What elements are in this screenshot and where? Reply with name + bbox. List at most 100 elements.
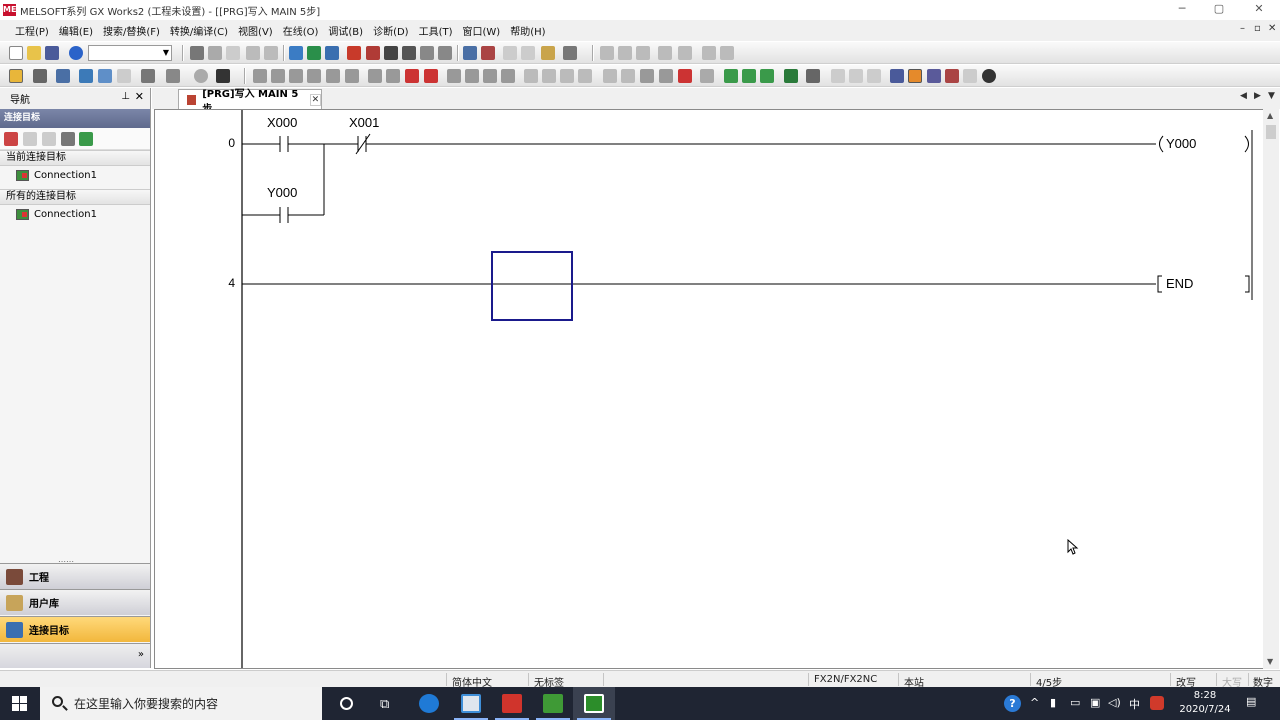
volume-icon[interactable]: ◁) <box>1108 696 1121 709</box>
mdi-minimize-icon[interactable]: – <box>1240 23 1245 34</box>
scroll-up-icon[interactable]: ▲ <box>1267 111 1273 120</box>
device-display-icon[interactable] <box>141 69 155 83</box>
coil-y000-label[interactable]: Y000 <box>1166 136 1196 151</box>
compile-all-icon[interactable] <box>307 46 321 60</box>
taskbar-search-box[interactable]: 在这里输入你要搜索的内容 <box>40 687 322 720</box>
all-connection-item[interactable]: Connection1 <box>0 205 150 223</box>
menu-view[interactable]: 视图(V) <box>233 23 278 38</box>
network-icon[interactable]: ▣ <box>1090 696 1100 709</box>
cut-icon[interactable] <box>190 46 204 60</box>
vertical-scrollbar[interactable]: ▲ ▼ <box>1263 109 1279 669</box>
operation-result-rising-icon[interactable] <box>603 69 617 83</box>
scroll-thumb[interactable] <box>1266 125 1276 139</box>
help-tray-icon[interactable]: ? <box>1004 695 1021 712</box>
window-layout-icon[interactable] <box>563 46 577 60</box>
project-selector[interactable]: ▼ <box>88 45 172 61</box>
parallel-rising-negated-icon[interactable] <box>560 69 574 83</box>
refresh-icon[interactable] <box>79 132 93 146</box>
device-batch-icon[interactable] <box>481 46 495 60</box>
nav-button-connection[interactable]: 连接目标 <box>0 616 150 642</box>
tab-list-icon[interactable]: ▼ <box>1268 91 1275 101</box>
new-connection-icon[interactable] <box>4 132 18 146</box>
statement-note-batch-icon[interactable] <box>849 69 863 83</box>
rising-pulse-icon[interactable] <box>447 69 461 83</box>
tab-prg-main[interactable]: [PRG]写入 MAIN 5步 ✕ <box>178 89 322 115</box>
menu-convert-compile[interactable]: 转换/编译(C) <box>165 23 233 38</box>
convert-icon[interactable] <box>325 46 339 60</box>
parallel-rising-icon[interactable] <box>483 69 497 83</box>
zoom-icon[interactable] <box>166 69 180 83</box>
insert-column-icon[interactable] <box>702 46 716 60</box>
menu-window[interactable]: 窗口(W) <box>458 23 506 38</box>
delete-line-icon[interactable] <box>678 69 692 83</box>
align-left-icon[interactable] <box>600 46 614 60</box>
sim-start-icon[interactable] <box>503 46 517 60</box>
delete-column-icon[interactable] <box>720 46 734 60</box>
write-plc-icon[interactable] <box>347 46 361 60</box>
pin-icon[interactable]: ⊥ <box>121 91 130 102</box>
scroll-down-icon[interactable]: ▼ <box>1267 657 1273 666</box>
watch-icon[interactable] <box>945 69 959 83</box>
falling-negated-icon[interactable] <box>542 69 556 83</box>
instruction-icon[interactable] <box>345 69 359 83</box>
coil-icon[interactable] <box>326 69 340 83</box>
current-connection-item[interactable]: Connection1 <box>0 166 150 184</box>
close-icon[interactable]: ✕ <box>135 90 144 103</box>
menu-find-replace[interactable]: 搜索/替换(F) <box>98 23 165 38</box>
batch-monitor-icon[interactable] <box>963 69 977 83</box>
mdi-restore-icon[interactable]: ▫ <box>1254 23 1261 34</box>
sim-stop-icon[interactable] <box>521 46 535 60</box>
operation-result-falling-icon[interactable] <box>621 69 635 83</box>
ladder-comment-icon[interactable] <box>700 69 714 83</box>
draw-line-icon[interactable] <box>659 69 673 83</box>
delete-hline-icon[interactable] <box>405 69 419 83</box>
verify-icon[interactable] <box>384 46 398 60</box>
paste-icon[interactable] <box>226 46 240 60</box>
vertical-line-icon[interactable] <box>386 69 400 83</box>
write-mode-icon[interactable] <box>56 69 70 83</box>
battery-icon[interactable]: ▭ <box>1070 696 1080 709</box>
camtasia-icon[interactable] <box>573 687 615 720</box>
label-icon[interactable] <box>760 69 774 83</box>
parallel-closed-icon[interactable] <box>307 69 321 83</box>
device-test-icon[interactable] <box>927 69 941 83</box>
sogou-input-icon[interactable] <box>1150 696 1164 710</box>
parallel-falling-icon[interactable] <box>501 69 515 83</box>
ladder-editor[interactable]: 0 X000 X001 Y000 Y000 4 END <box>154 109 1268 669</box>
windows-start-icon[interactable] <box>12 696 28 712</box>
menu-online[interactable]: 在线(O) <box>278 23 324 38</box>
statement-icon[interactable] <box>806 69 820 83</box>
copy-icon[interactable] <box>208 46 222 60</box>
inline-st-icon[interactable] <box>724 69 738 83</box>
contact-x000-label[interactable]: X000 <box>267 115 297 130</box>
cross-ref-icon[interactable] <box>194 69 208 83</box>
parallel-open-icon[interactable] <box>271 69 285 83</box>
binoculars-icon[interactable] <box>216 69 230 83</box>
save-icon[interactable] <box>45 46 59 60</box>
contact-x001-label[interactable]: X001 <box>349 115 379 130</box>
ladder-mode-icon[interactable] <box>33 69 47 83</box>
navigation-toggle-icon[interactable] <box>9 69 23 83</box>
menu-help[interactable]: 帮助(H) <box>505 23 550 38</box>
undo-icon[interactable] <box>246 46 260 60</box>
delete-row-icon[interactable] <box>678 46 692 60</box>
menu-project[interactable]: 工程(P) <box>10 23 54 38</box>
compile-icon[interactable] <box>289 46 303 60</box>
contact-y000-label[interactable]: Y000 <box>267 185 297 200</box>
cortana-icon[interactable] <box>326 687 368 720</box>
new-icon[interactable] <box>9 46 23 60</box>
monitor-stop-icon[interactable] <box>420 46 434 60</box>
monitor-write-mode-icon[interactable] <box>117 69 131 83</box>
tab-scroll-left-icon[interactable]: ◀ <box>1240 91 1247 101</box>
insert-row-icon[interactable] <box>658 46 672 60</box>
ladder-edit-active-icon[interactable] <box>908 69 922 83</box>
read-plc-icon[interactable] <box>366 46 380 60</box>
minimize-button[interactable]: ─ <box>1175 2 1189 16</box>
maximize-button[interactable]: ▢ <box>1212 2 1226 16</box>
nav-button-project[interactable]: 工程 <box>0 563 150 589</box>
ime-indicator[interactable]: 中 <box>1129 696 1140 712</box>
open-icon[interactable] <box>27 46 41 60</box>
edge-browser-icon[interactable] <box>408 687 450 720</box>
show-hidden-icons-icon[interactable]: ^ <box>1030 696 1039 709</box>
open-contact-icon[interactable] <box>253 69 267 83</box>
